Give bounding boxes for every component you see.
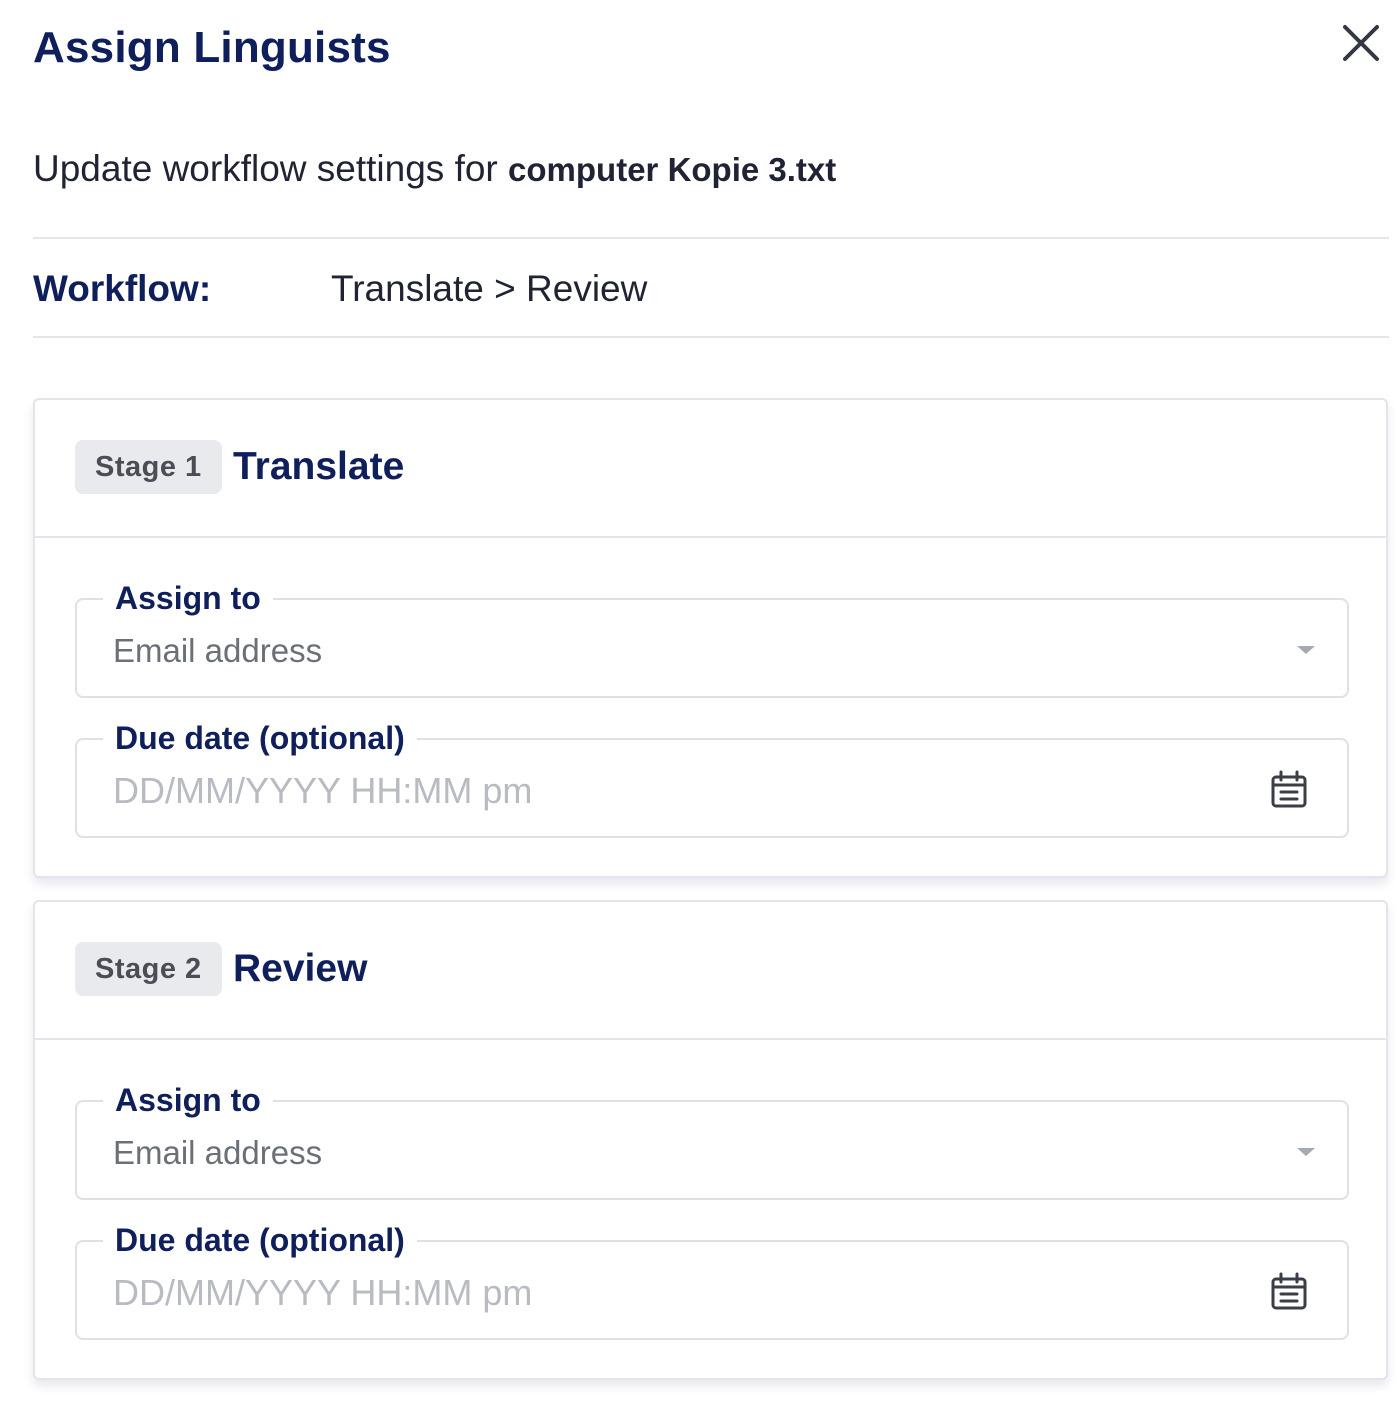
- calendar-icon[interactable]: [1269, 1272, 1309, 1312]
- due-date-field[interactable]: Due date (optional): [75, 1218, 1349, 1340]
- stage-header: Stage 2 Review: [35, 902, 1386, 1040]
- due-date-label: Due date (optional): [103, 716, 417, 760]
- dialog-title: Assign Linguists: [33, 23, 391, 72]
- stage-header: Stage 1 Translate: [35, 400, 1386, 538]
- stage-badge: Stage 1: [75, 440, 222, 494]
- assign-to-dropdown[interactable]: Assign to: [75, 1078, 1349, 1200]
- subtitle-prefix: Update workflow settings for: [33, 148, 509, 189]
- stage-card-2: Stage 2 Review Assign to Due date (optio…: [33, 900, 1388, 1380]
- close-button[interactable]: [1336, 18, 1386, 68]
- stage-card-1: Stage 1 Translate Assign to Due date (op…: [33, 398, 1388, 878]
- stage-name: Review: [233, 947, 368, 990]
- email-input[interactable]: [113, 1130, 1213, 1176]
- workflow-value: Translate > Review: [331, 268, 648, 309]
- email-input[interactable]: [113, 628, 1213, 674]
- workflow-label: Workflow:: [33, 268, 212, 309]
- stage-badge: Stage 2: [75, 942, 222, 996]
- assign-to-dropdown[interactable]: Assign to: [75, 576, 1349, 698]
- due-date-input[interactable]: [113, 1270, 1213, 1316]
- assign-to-label: Assign to: [103, 576, 273, 620]
- close-icon: [1343, 25, 1379, 61]
- divider-top: [33, 237, 1389, 239]
- assign-to-label: Assign to: [103, 1078, 273, 1122]
- caret-down-icon[interactable]: [1297, 646, 1315, 654]
- calendar-icon[interactable]: [1269, 770, 1309, 810]
- due-date-input[interactable]: [113, 768, 1213, 814]
- caret-down-icon[interactable]: [1297, 1148, 1315, 1156]
- file-name: computer Kopie 3.txt: [508, 151, 837, 188]
- due-date-field[interactable]: Due date (optional): [75, 716, 1349, 838]
- divider-workflow: [33, 336, 1389, 338]
- dialog-subtitle: Update workflow settings for computer Ko…: [33, 146, 836, 193]
- due-date-label: Due date (optional): [103, 1218, 417, 1262]
- stage-name: Translate: [233, 445, 405, 488]
